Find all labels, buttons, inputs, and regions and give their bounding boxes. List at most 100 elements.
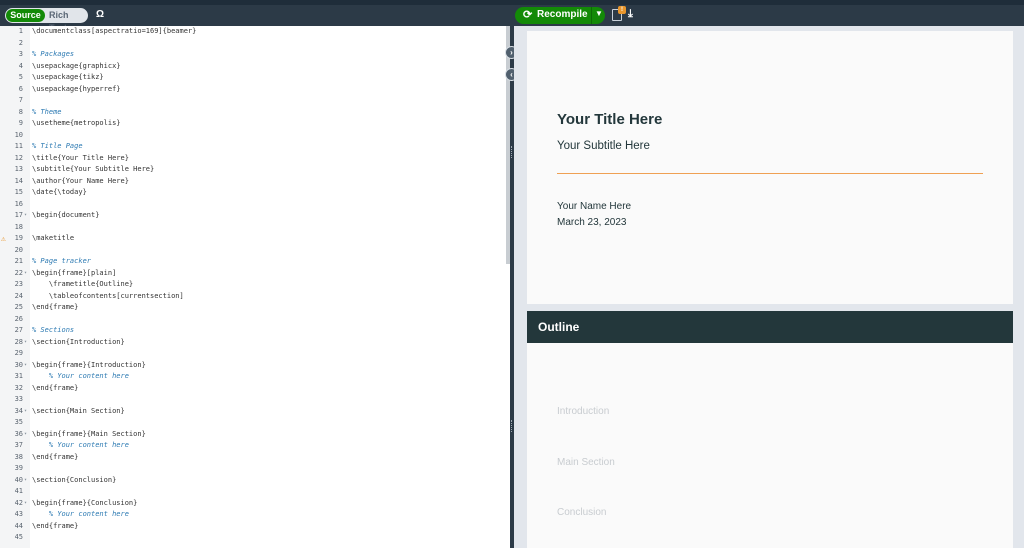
symbol-palette-button[interactable]: Ω — [96, 9, 104, 20]
slide-title: Your Title Here — [557, 111, 663, 128]
line-number: 1 — [18, 27, 23, 35]
code-lines: 1 \documentclass[aspectratio=169]{beamer}… — [0, 26, 510, 544]
line-number: 2 — [18, 38, 23, 47]
fold-toggle-icon[interactable]: ▾ — [24, 337, 27, 349]
code-line[interactable]: 17 ▾ \begin{document} — [0, 210, 510, 222]
code-line[interactable]: 30 ▾ \begin{frame}{Introduction} — [0, 360, 510, 372]
code-line[interactable]: 1 \documentclass[aspectratio=169]{beamer} — [0, 26, 510, 38]
code-line[interactable]: 45 — [0, 532, 510, 544]
code-line[interactable]: 23 \frametitle{Outline} — [0, 279, 510, 291]
editor-toolbar: Source Rich Text Ω — [0, 5, 510, 33]
rich-text-mode-button[interactable]: Rich Text — [49, 9, 88, 33]
code-line[interactable]: 40 ▾ \section{Conclusion} — [0, 475, 510, 487]
code-text: \author{Your Name Here} — [32, 176, 129, 185]
splitter-grip[interactable] — [511, 420, 513, 432]
line-number: 14 — [14, 176, 23, 185]
code-line[interactable]: 42 ▾ \begin{frame}{Conclusion} — [0, 498, 510, 510]
caret-down-icon[interactable]: ▼ — [595, 9, 603, 18]
code-text: \title{Your Title Here} — [32, 153, 129, 162]
slide-subtitle: Your Subtitle Here — [557, 140, 650, 152]
logs-badge: ! — [618, 6, 626, 14]
code-line[interactable]: 16 — [0, 199, 510, 211]
line-number: 28 — [14, 337, 23, 346]
code-line[interactable]: 20 — [0, 245, 510, 257]
splitter-grip[interactable] — [511, 146, 513, 158]
source-mode-button[interactable]: Source — [6, 9, 45, 22]
line-number: 8 — [18, 107, 23, 116]
code-line[interactable]: 2 — [0, 38, 510, 50]
title-slide: Your Title Here Your Subtitle Here Your … — [527, 31, 1013, 304]
code-line[interactable]: 38 \end{frame} — [0, 452, 510, 464]
fold-toggle-icon[interactable]: ▾ — [24, 475, 27, 487]
code-line[interactable]: 36 ▾ \begin{frame}{Main Section} — [0, 429, 510, 441]
code-line[interactable]: 10 — [0, 130, 510, 142]
fold-toggle-icon[interactable]: ▾ — [24, 360, 27, 372]
code-text: % Your content here — [32, 510, 129, 518]
slide-author: Your Name Here — [557, 201, 632, 212]
fold-toggle-icon[interactable]: ▾ — [24, 210, 27, 222]
code-text: \end{frame} — [32, 303, 79, 311]
fold-toggle-icon[interactable]: ▾ — [24, 268, 27, 280]
code-line[interactable]: 34 ▾ \section{Main Section} — [0, 406, 510, 418]
code-text: % Your content here — [32, 372, 129, 380]
code-line[interactable]: 26 — [0, 314, 510, 326]
code-line[interactable]: 35 — [0, 417, 510, 429]
code-line[interactable]: 25 \end{frame} — [0, 302, 510, 314]
code-line[interactable]: 27 % Sections — [0, 325, 510, 337]
pdf-preview[interactable]: Your Title Here Your Subtitle Here Your … — [514, 26, 1024, 548]
download-icon[interactable]: ⤓ — [628, 8, 633, 21]
code-line[interactable]: ⚠ 19 \maketitle — [0, 233, 510, 245]
code-line[interactable]: 14 \author{Your Name Here} — [0, 176, 510, 188]
code-text: \section{Introduction} — [32, 337, 125, 346]
code-line[interactable]: 44 \end{frame} — [0, 521, 510, 533]
code-line[interactable]: 11 % Title Page — [0, 141, 510, 153]
code-text: \begin{frame}[plain] — [32, 268, 117, 277]
code-line[interactable]: 18 — [0, 222, 510, 234]
code-line[interactable]: 21 % Page tracker — [0, 256, 510, 268]
code-line[interactable]: 24 \tableofcontents[currentsection] — [0, 291, 510, 303]
code-text: \usepackage{graphicx} — [32, 61, 121, 70]
line-number: 26 — [14, 314, 23, 323]
code-line[interactable]: 28 ▾ \section{Introduction} — [0, 337, 510, 349]
code-line[interactable]: 29 — [0, 348, 510, 360]
code-line[interactable]: 37 % Your content here — [0, 440, 510, 452]
line-number: 11 — [14, 142, 23, 150]
code-line[interactable]: 13 \subtitle{Your Subtitle Here} — [0, 164, 510, 176]
line-number: 31 — [14, 372, 23, 380]
code-line[interactable]: 15 \date{\today} — [0, 187, 510, 199]
line-number: 10 — [14, 130, 23, 139]
line-number: 6 — [18, 84, 23, 93]
code-line[interactable]: 6 \usepackage{hyperref} — [0, 84, 510, 96]
line-number: 43 — [14, 510, 23, 518]
line-number: 45 — [14, 533, 23, 541]
code-line[interactable]: 12 \title{Your Title Here} — [0, 153, 510, 165]
code-text: \begin{frame}{Main Section} — [32, 429, 146, 438]
code-line[interactable]: 3 % Packages — [0, 49, 510, 61]
code-text: \documentclass[aspectratio=169]{beamer} — [32, 27, 197, 35]
recompile-button[interactable]: ⟳ Recompile ▼ — [515, 7, 605, 24]
code-line[interactable]: 43 % Your content here — [0, 509, 510, 521]
code-line[interactable]: 5 \usepackage{tikz} — [0, 72, 510, 84]
code-line[interactable]: 8 % Theme — [0, 107, 510, 119]
toc-item: Main Section — [557, 457, 615, 468]
fold-toggle-icon[interactable]: ▾ — [24, 429, 27, 441]
code-line[interactable]: 39 — [0, 463, 510, 475]
code-line[interactable]: 22 ▾ \begin{frame}[plain] — [0, 268, 510, 280]
code-text: \usepackage{tikz} — [32, 73, 104, 81]
line-number: 34 — [14, 406, 23, 415]
outline-slide: Outline Introduction Main Section Conclu… — [527, 311, 1013, 548]
fold-toggle-icon[interactable]: ▾ — [24, 498, 27, 510]
code-text: % Your content here — [32, 441, 129, 449]
code-text: \date{\today} — [32, 188, 87, 196]
code-line[interactable]: 32 \end{frame} — [0, 383, 510, 395]
code-line[interactable]: 7 — [0, 95, 510, 107]
fold-toggle-icon[interactable]: ▾ — [24, 406, 27, 418]
code-editor[interactable]: 1 \documentclass[aspectratio=169]{beamer}… — [0, 26, 510, 548]
code-text: \frametitle{Outline} — [32, 280, 134, 288]
code-line[interactable]: 9 \usetheme{metropolis} — [0, 118, 510, 130]
code-line[interactable]: 31 % Your content here — [0, 371, 510, 383]
code-line[interactable]: 33 — [0, 394, 510, 406]
code-line[interactable]: 41 — [0, 486, 510, 498]
code-line[interactable]: 4 \usepackage{graphicx} — [0, 61, 510, 73]
code-text: \section{Conclusion} — [32, 475, 117, 484]
